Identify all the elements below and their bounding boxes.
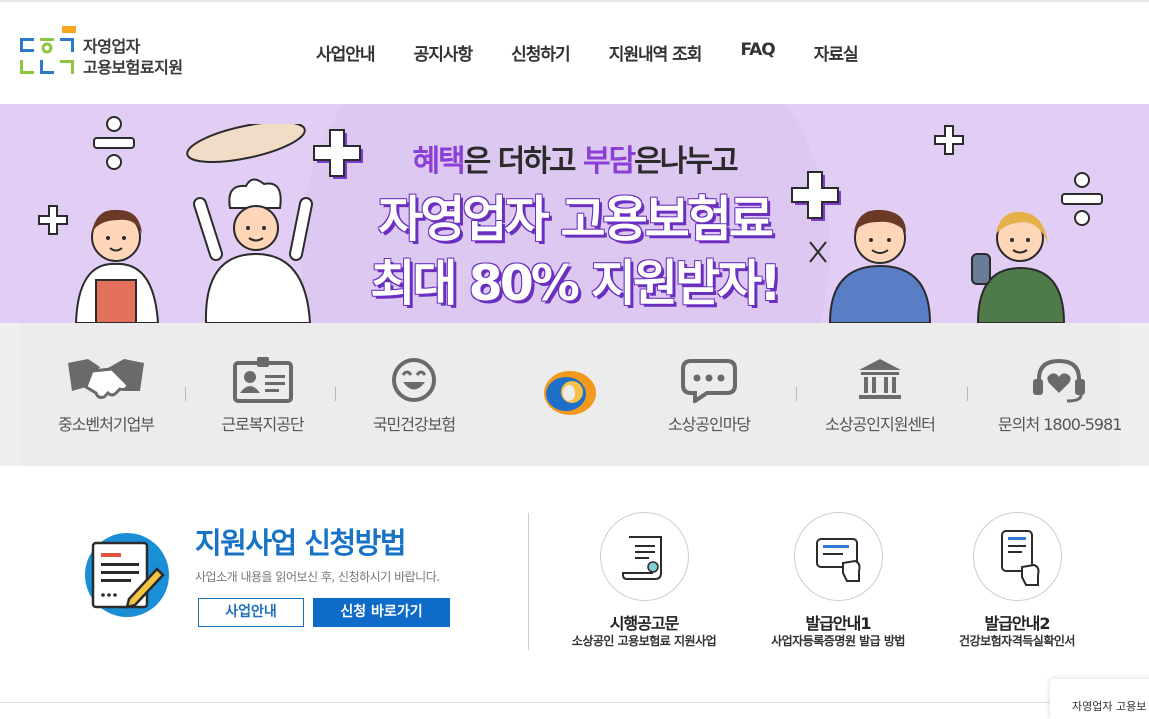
bank-building-icon — [859, 359, 901, 399]
banner-highlight-1: 혜택 — [412, 144, 465, 179]
guide-subtitle: 건강보험자격득실확인서 — [959, 634, 1075, 648]
guide-subtitle: 사업자등록증명원 발급 방법 — [771, 634, 905, 648]
divider — [796, 387, 797, 401]
quick-link-sbiz-madang[interactable]: 소상공인마당 — [650, 323, 768, 466]
smile-icon — [392, 358, 436, 402]
application-illustration — [85, 533, 169, 617]
banner-headline: 혜택은 더하고 부담은나누고 — [0, 136, 1149, 180]
quick-link-label: 국민건강보험 — [372, 415, 456, 434]
divider — [335, 387, 336, 401]
id-card-icon — [232, 357, 293, 403]
document-pen-icon — [91, 541, 165, 609]
nav-apply[interactable]: 신청하기 — [511, 40, 571, 65]
main-banner[interactable]: 혜택은 더하고 부담은나누고 자영업자 고용보험료 최대 80% 지원받자! — [0, 104, 1149, 323]
divider — [185, 387, 186, 401]
hand-card-icon — [816, 538, 861, 582]
guide-issue2-circle[interactable] — [973, 512, 1062, 601]
floating-tab-label: 자영업자 고용보 — [1072, 700, 1147, 713]
banner-text-2: 은나누고 — [634, 144, 738, 179]
nav-support-history[interactable]: 지원내역 조회 — [609, 40, 703, 65]
divider — [967, 387, 968, 401]
quick-link-label: 근로복지공단 — [221, 415, 304, 434]
section-border — [0, 702, 1149, 703]
logo-mark-icon — [20, 26, 76, 74]
logo-line1: 자영업자 — [83, 37, 140, 56]
apply-section-subtitle: 사업소개 내용을 읽어보신 후, 신청하시기 바랍니다. — [195, 570, 440, 584]
nav-notice[interactable]: 공지사항 — [414, 40, 474, 65]
chat-bubble-icon — [681, 359, 737, 403]
quick-link-comwel[interactable]: 근로복지공단 — [205, 323, 320, 466]
main-nav: 사업안내 공지사항 신청하기 지원내역 조회 FAQ 자료실 — [316, 40, 897, 65]
quick-links-bar: 중소벤처기업부 근로복지공단 국민건강보험 소상공인마당 소상공인지원센터 문의… — [0, 323, 1149, 466]
quick-link-contact[interactable]: 문의처 1800-5981 — [998, 323, 1122, 466]
business-info-button[interactable]: 사업안내 — [198, 598, 304, 627]
quick-link-nhis[interactable]: 국민건강보험 — [355, 323, 473, 466]
banner-highlight-2: 부담 — [582, 144, 636, 179]
logo-line2: 고용보험료지원 — [83, 58, 183, 77]
guide-issue1-circle[interactable] — [794, 512, 883, 601]
section-divider — [528, 513, 529, 650]
nav-business-info[interactable]: 사업안내 — [316, 40, 376, 65]
guide-title[interactable]: 발급안내1 — [768, 610, 908, 634]
nav-faq[interactable]: FAQ — [740, 40, 775, 65]
quick-link-label: 소상공인마당 — [667, 415, 751, 434]
handshake-icon — [68, 359, 144, 399]
quick-link-org-logo[interactable] — [535, 323, 605, 466]
logo-text: 자영업자 고용보험료지원 — [83, 36, 183, 78]
quick-link-label: 소상공인지원센터 — [825, 415, 936, 434]
guide-title[interactable]: 발급안내2 — [947, 610, 1087, 634]
guide-subtitle: 소상공인 고용보험료 지원사업 — [571, 634, 717, 648]
quick-link-mss[interactable]: 중소벤처기업부 — [40, 323, 172, 466]
guide-announcement-circle[interactable] — [600, 512, 689, 601]
banner-text-1: 은 더하고 — [463, 144, 583, 179]
banner-title-line1: 자영업자 고용보험료 — [378, 191, 774, 248]
scroll-certificate-icon — [622, 536, 662, 580]
site-logo[interactable]: 자영업자 고용보험료지원 — [20, 24, 210, 80]
quick-link-sbiz-center[interactable]: 소상공인지원센터 — [815, 323, 945, 466]
nav-resources[interactable]: 자료실 — [814, 40, 859, 65]
banner-title-line2: 최대 80% 지원받자! — [370, 255, 781, 312]
floating-popup-tab[interactable]: 자영업자 고용보 — [1050, 679, 1149, 719]
quick-links-inner: 중소벤처기업부 근로복지공단 국민건강보험 소상공인마당 소상공인지원센터 문의… — [20, 323, 1122, 466]
hand-phone-document-icon — [1001, 530, 1040, 586]
apply-shortcut-button[interactable]: 신청 바로가기 — [313, 598, 450, 627]
headset-heart-icon — [1033, 358, 1085, 403]
quick-link-label: 문의처 1800-5981 — [998, 415, 1122, 434]
site-header: 자영업자 고용보험료지원 사업안내 공지사항 신청하기 지원내역 조회 FAQ … — [0, 2, 1149, 104]
quick-link-label: 중소벤처기업부 — [57, 415, 155, 434]
apply-section-title: 지원사업 신청방법 — [195, 526, 407, 560]
swirl-logo-icon — [544, 371, 596, 415]
guide-title[interactable]: 시행공고문 — [574, 610, 714, 634]
